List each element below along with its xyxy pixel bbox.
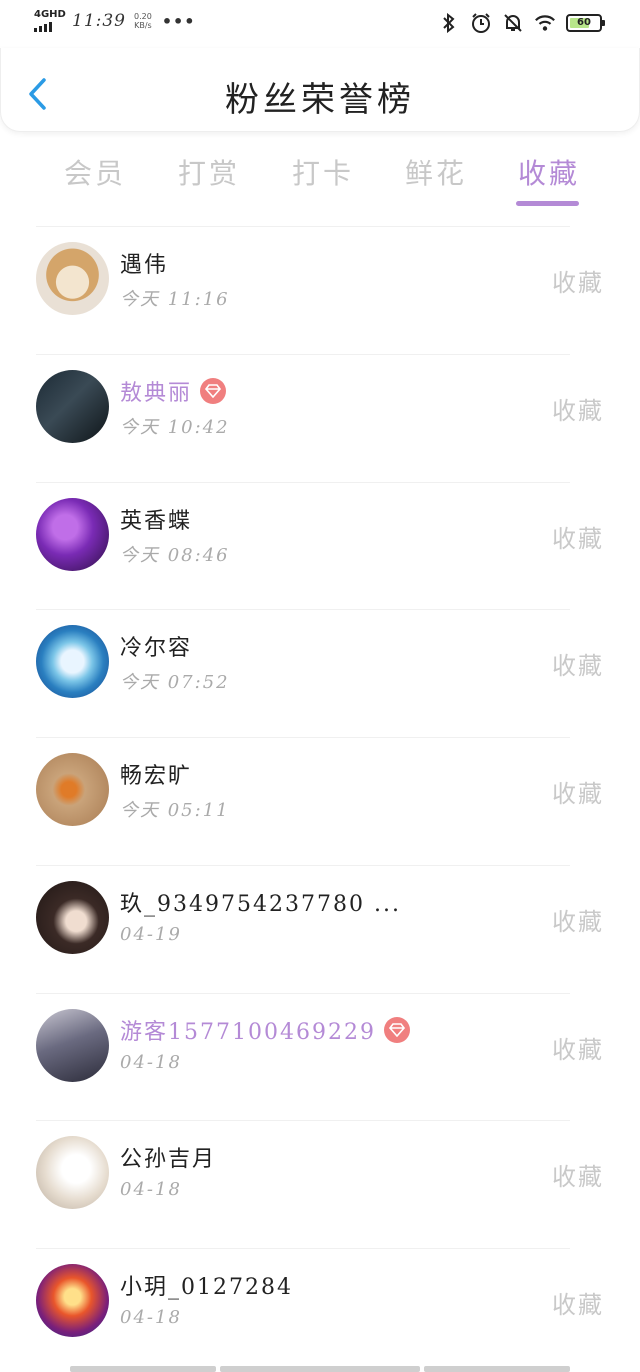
diamond-icon [200, 377, 227, 404]
mute-icon [502, 12, 524, 34]
signal-icon [34, 22, 64, 32]
tab-bar: 会员 打赏 打卡 鲜花 收藏 [0, 140, 640, 210]
avatar[interactable] [36, 753, 109, 826]
fan-time: 今天 08:46 [120, 544, 230, 566]
battery-level: 60 [577, 17, 591, 28]
fan-name: 冷尔容 [120, 636, 193, 662]
tab-tips[interactable]: 打赏 [178, 152, 240, 192]
fan-action-label: 收藏 [552, 652, 604, 681]
alarm-icon [470, 12, 492, 34]
tab-favorites[interactable]: 收藏 [518, 152, 580, 192]
fan-name: 遇伟 [120, 253, 169, 278]
list-item: 小玥_0127284 04-18 收藏 [36, 1248, 602, 1372]
fan-time: 今天 11:16 [120, 289, 230, 310]
fan-time: 今天 05:11 [120, 800, 230, 821]
bluetooth-icon [438, 12, 460, 34]
wifi-icon [534, 12, 556, 34]
fan-row-2[interactable]: 英香蝶 今天 08:46 收藏 [0, 483, 640, 610]
fan-action-label: 收藏 [552, 396, 604, 425]
fan-name: 游客15771004692​29 [120, 1019, 376, 1045]
fan-name-row: 游客15771004692​29 [120, 1014, 410, 1046]
fan-name: 敖典丽 [120, 380, 193, 406]
fan-name: 畅宏旷 [120, 764, 193, 789]
fan-time: 04-18 [120, 1307, 182, 1328]
avatar[interactable] [36, 625, 109, 699]
battery-icon: 60 [566, 14, 605, 32]
clock: 11:39 [72, 11, 126, 31]
list-item: 畅宏旷 今天 05:11 收藏 [36, 737, 602, 865]
avatar[interactable] [36, 369, 109, 443]
more-dots-icon: ••• [161, 11, 196, 31]
fan-time: 今天 10:42 [120, 416, 230, 438]
fan-time: 04-19 [120, 923, 182, 945]
avatar[interactable] [36, 242, 109, 315]
diamond-icon [383, 1016, 410, 1043]
fan-row-4[interactable]: 畅宏旷 今天 05:11 收藏 [0, 738, 640, 865]
net-speed: 0.20 KB/s [134, 12, 152, 30]
fan-row-7[interactable]: 公孙吉月 04-18 收藏 [0, 1121, 640, 1248]
list-item: 英香蝶 今天 08:46 收藏 [36, 481, 602, 610]
page-title: 粉丝荣誉榜 [225, 80, 415, 120]
fan-row-8[interactable]: 小玥_0127284 04-18 收藏 [0, 1249, 640, 1372]
tab-membership[interactable]: 会员 [64, 152, 126, 192]
fan-row-1[interactable]: 敖典丽 今天 10:42 收藏 [0, 355, 640, 482]
fan-name: 小玥_0127284 [120, 1275, 293, 1300]
network-type: 4GHD [34, 9, 66, 20]
fan-name: 玖_9349754237780 ... [120, 891, 401, 917]
net-speed-value: 0.20 [134, 12, 152, 21]
fan-action-label: 收藏 [552, 269, 604, 297]
tab-flowers[interactable]: 鲜花 [405, 152, 467, 192]
fan-action-label: 收藏 [552, 524, 604, 553]
fan-action-label: 收藏 [552, 780, 604, 808]
list-item: 玖_9349754237780 ... 04-19 收藏 [36, 864, 602, 993]
fan-name-row: 敖典丽 [120, 375, 227, 407]
list-item: 游客15771004692​29 04-18 收藏 [36, 992, 602, 1121]
fan-action-label: 收藏 [552, 1163, 604, 1192]
fan-time: 今天 07:52 [120, 672, 230, 694]
fan-time: 04-18 [120, 1051, 182, 1073]
active-tab-indicator [516, 201, 579, 206]
page-header: 粉丝荣誉榜 [0, 48, 640, 132]
avatar[interactable] [36, 1136, 109, 1210]
network-indicator: 4GHD [34, 9, 66, 32]
fan-row-5[interactable]: 玖_9349754237780 ... 04-19 收藏 [0, 866, 640, 993]
fan-row-0[interactable]: 遇伟 今天 11:16 收藏 [0, 227, 640, 354]
list-item: 公孙吉月 04-18 收藏 [36, 1120, 602, 1248]
fan-time: 04-18 [120, 1179, 182, 1201]
fan-row-3[interactable]: 冷尔容 今天 07:52 收藏 [0, 610, 640, 737]
list-item: 遇伟 今天 11:16 收藏 [36, 226, 602, 354]
avatar[interactable] [36, 1008, 109, 1082]
status-bar: 4GHD 11:39 0.20 KB/s ••• 60 [0, 0, 640, 48]
tab-checkin[interactable]: 打卡 [292, 152, 354, 192]
fan-row-6[interactable]: 游客15771004692​29 04-18 收藏 [0, 994, 640, 1121]
fan-action-label: 收藏 [552, 1291, 604, 1319]
list-item: 敖典丽 今天 10:42 收藏 [36, 353, 602, 482]
fan-action-label: 收藏 [552, 1035, 604, 1064]
list-item: 冷尔容 今天 07:52 收藏 [36, 609, 602, 737]
avatar[interactable] [36, 497, 109, 571]
avatar[interactable] [36, 880, 109, 954]
fan-name: 英香蝶 [120, 508, 193, 534]
avatar[interactable] [36, 1264, 109, 1337]
bottom-scroll-hint [70, 1366, 570, 1372]
fan-list: 遇伟 今天 11:16 收藏 敖典丽 今天 10:42 收藏 英香蝶 今天 08… [0, 226, 640, 1372]
fan-name: 公孙吉月 [120, 1147, 217, 1173]
fan-action-label: 收藏 [552, 907, 604, 936]
net-speed-unit: KB/s [134, 21, 152, 30]
